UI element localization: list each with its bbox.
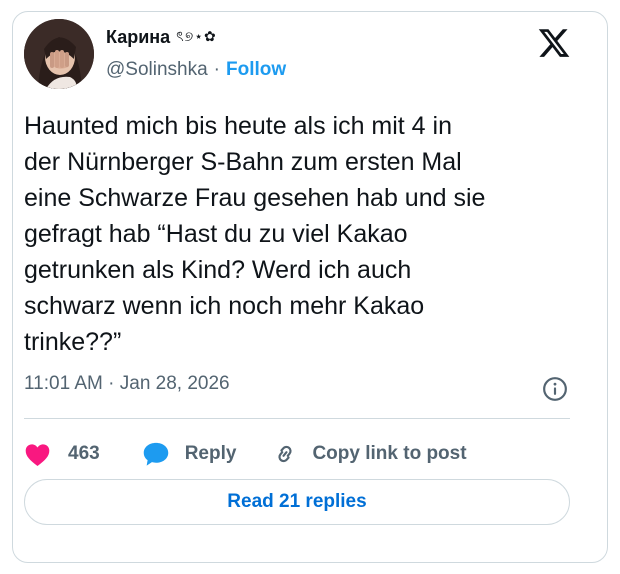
divider [24,418,570,419]
tweet-text: Haunted mich bis heute als ich mit 4 in … [24,112,486,356]
speech-bubble-icon [143,442,168,466]
author-name[interactable]: Карина [106,27,170,48]
heart-icon [25,443,50,466]
author-name-row: Карина ৎ୭⋆✿ [106,25,217,49]
copy-link-label: Copy link to post [312,443,467,464]
author-handle[interactable]: @Solinshka [106,59,208,81]
action-bar: 463 Reply Copy link to post [24,434,467,474]
link-icon [278,445,293,463]
author-handle-row: @Solinshka · Follow [106,59,286,81]
like-button[interactable]: 463 [24,442,100,467]
like-count: 463 [68,443,100,464]
tweet-timestamp[interactable]: 11:01 AM · Jan 28, 2026 [24,373,230,395]
copy-link-button[interactable]: Copy link to post [272,441,467,467]
reply-label: Reply [184,443,237,464]
info-icon[interactable] [542,376,568,402]
x-logo-icon[interactable] [537,26,571,60]
read-replies-label: Read 21 replies [227,491,367,512]
avatar-image [24,19,94,89]
avatar[interactable] [24,19,94,89]
read-replies-button[interactable]: Read 21 replies [24,479,570,525]
follow-button[interactable]: Follow [226,59,286,81]
author-name-emoji: ৎ୭⋆✿ [176,28,217,44]
separator-dot: · [213,59,220,80]
reply-button[interactable]: Reply [142,441,237,467]
